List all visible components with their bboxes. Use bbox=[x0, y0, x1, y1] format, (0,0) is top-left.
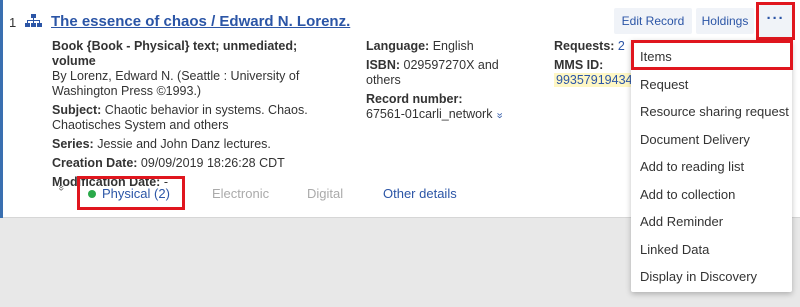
isbn-value-1: 029597270X and bbox=[403, 58, 499, 72]
highlight-physical-tab bbox=[77, 176, 185, 210]
language-label: Language: bbox=[366, 39, 430, 53]
menu-item-add-to-collection[interactable]: Add to collection bbox=[631, 181, 792, 208]
record-details-column-3: Requests: 2 MMS ID: 99357919434 bbox=[554, 39, 634, 88]
language-value: English bbox=[432, 39, 474, 53]
subject-row: Subject: Chaotic behavior in systems. Ch… bbox=[52, 103, 342, 118]
record-number: 1 bbox=[9, 15, 17, 30]
author-line-2: Washington Press ©1993.) bbox=[52, 84, 202, 98]
menu-item-linked-data[interactable]: Linked Data bbox=[631, 236, 792, 263]
series-value: Jessie and John Danz lectures. bbox=[97, 137, 271, 151]
mms-id-label: MMS ID: bbox=[554, 58, 604, 72]
subject-value-2: Chaotisches System and others bbox=[52, 118, 229, 132]
record-details-column-2: Language: English ISBN: 029597270X and o… bbox=[366, 39, 516, 123]
language-row: Language: English bbox=[366, 39, 516, 54]
requests-row: Requests: 2 bbox=[554, 39, 634, 54]
requests-label: Requests: bbox=[554, 39, 615, 53]
menu-item-add-reminder[interactable]: Add Reminder bbox=[631, 208, 792, 235]
tab-electronic[interactable]: Electronic bbox=[212, 186, 269, 201]
author-line-1: By Lorenz, Edward N. (Seattle : Universi… bbox=[52, 69, 300, 83]
expand-record-icon[interactable]: » bbox=[492, 112, 507, 118]
more-actions-menu: Items Request Resource sharing request D… bbox=[631, 40, 792, 292]
holdings-button[interactable]: Holdings bbox=[696, 8, 754, 34]
material-type: Book {Book - Physical} text; unmediated;… bbox=[52, 39, 298, 68]
menu-item-request[interactable]: Request bbox=[631, 71, 792, 98]
series-row: Series: Jessie and John Danz lectures. bbox=[52, 137, 342, 152]
creation-date-row: Creation Date: 09/09/2019 18:26:28 CDT bbox=[52, 156, 342, 171]
series-label: Series: bbox=[52, 137, 94, 151]
edit-record-button[interactable]: Edit Record bbox=[614, 8, 692, 34]
highlight-more-button bbox=[756, 2, 795, 40]
isbn-row: ISBN: 029597270X and bbox=[366, 58, 516, 73]
menu-item-resource-sharing-request[interactable]: Resource sharing request bbox=[631, 98, 792, 125]
creation-date-label: Creation Date: bbox=[52, 156, 138, 170]
record-details-column-1: Book {Book - Physical} text; unmediated;… bbox=[52, 39, 342, 190]
mms-id-value: 99357919434 bbox=[554, 73, 634, 87]
menu-item-document-delivery[interactable]: Document Delivery bbox=[631, 126, 792, 153]
card-accent-bar bbox=[0, 0, 3, 218]
record-number-value: 67561-01carli_network bbox=[366, 107, 493, 121]
isbn-label: ISBN: bbox=[366, 58, 401, 72]
tab-other-details[interactable]: Other details bbox=[383, 186, 457, 201]
tab-digital[interactable]: Digital bbox=[307, 186, 343, 201]
subject-value-1: Chaotic behavior in systems. Chaos. bbox=[104, 103, 308, 117]
mms-id-row: 99357919434 bbox=[554, 73, 634, 88]
record-title-link[interactable]: The essence of chaos / Edward N. Lorenz. bbox=[51, 13, 350, 30]
menu-item-add-to-reading-list[interactable]: Add to reading list bbox=[631, 153, 792, 180]
record-number-row: 67561-01carli_network » bbox=[366, 107, 516, 123]
record-number-label: Record number: bbox=[366, 92, 463, 106]
menu-item-display-in-discovery[interactable]: Display in Discovery bbox=[631, 263, 792, 290]
subject-label: Subject: bbox=[52, 103, 102, 117]
requests-count-link[interactable]: 2 bbox=[618, 39, 625, 53]
hierarchy-icon[interactable] bbox=[25, 14, 42, 28]
creation-date-value: 09/09/2019 18:26:28 CDT bbox=[140, 156, 285, 170]
isbn-value-2: others bbox=[366, 73, 401, 87]
highlight-items-menu-item bbox=[631, 40, 793, 70]
expand-details-icon[interactable]: » bbox=[55, 185, 67, 191]
